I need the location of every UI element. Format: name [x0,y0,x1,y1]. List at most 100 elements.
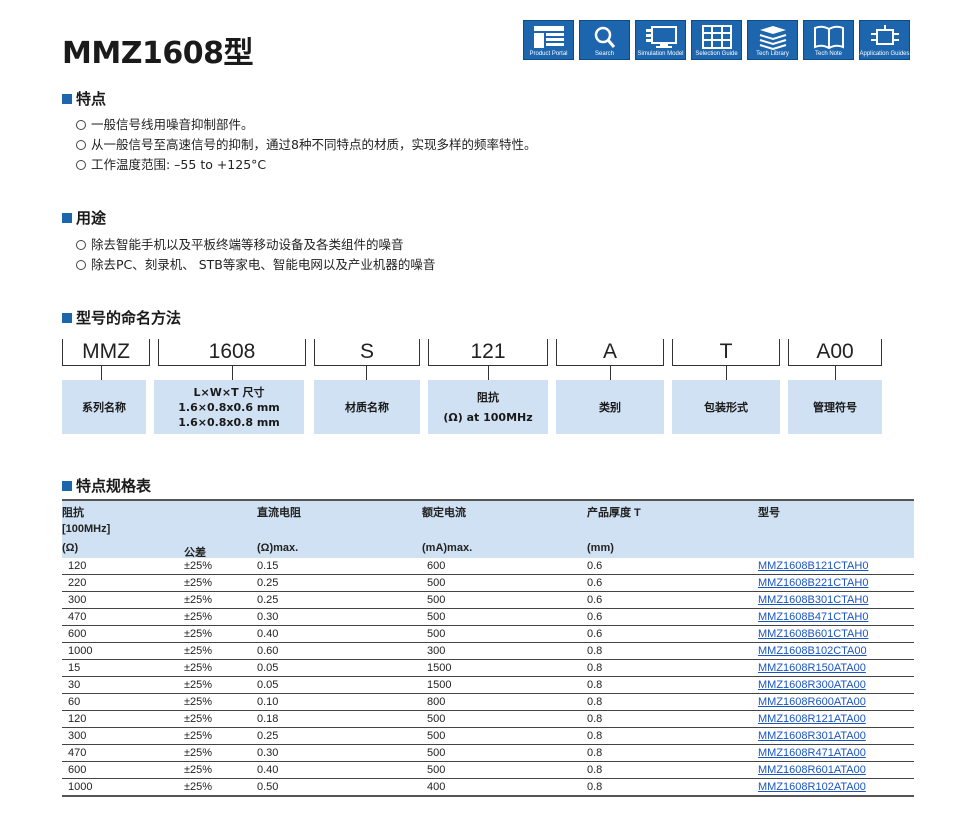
use-item: 除去智能手机以及平板终端等移动设备及各类组件的噪音 [76,235,435,255]
circle-bullet-icon [76,240,86,250]
header-text: [100MHz] [62,523,111,535]
part-number-link[interactable]: MMZ1608B102CTA00 [758,645,867,657]
nav-label: Selection Guide [695,51,738,57]
cell-tolerance: ±25% [154,558,257,575]
cell-dc-resistance: 0.25 [257,727,422,745]
cell-thickness: 0.6 [587,608,758,626]
part-number-link[interactable]: MMZ1608B221CTAH0 [758,577,868,589]
cell-dc-resistance: 0.05 [257,676,422,694]
cell-thickness: 0.8 [587,727,758,745]
connector-line [232,366,233,380]
cell-part-number: MMZ1608R150ATA00 [758,659,914,677]
cell-tolerance: ±25% [154,574,257,592]
code-size: 1608 [158,339,306,366]
cell-thickness: 0.8 [587,642,758,660]
nav-toolbar: Product Portal Search Simulation Model S… [523,20,910,60]
circle-bullet-icon [76,120,86,130]
cell-part-number: MMZ1608R301ATA00 [758,727,914,745]
code-category: A [556,339,664,366]
cell-tolerance: ±25% [154,761,257,779]
part-number-link[interactable]: MMZ1608R301ATA00 [758,730,866,742]
cell-rated-current: 500 [422,625,587,643]
cell-tolerance: ±25% [154,744,257,762]
label-packaging: 包装形式 [672,380,780,434]
header-text: (Ω) [62,542,79,554]
label-text: 1.6×0.8x0.8 mm [178,415,280,429]
header-text: (mA)max. [422,542,473,554]
header-text: (mm) [587,542,614,554]
table-row: 60 ±25% 0.10 800 0.8 MMZ1608R600ATA00 [62,693,914,711]
part-number-link[interactable]: MMZ1608R600ATA00 [758,696,866,708]
tech-library-icon [759,26,786,50]
part-number-link[interactable]: MMZ1608B601CTAH0 [758,628,868,640]
part-number-link[interactable]: MMZ1608B301CTAH0 [758,594,868,606]
part-number-link[interactable]: MMZ1608R121ATA00 [758,713,866,725]
col-tolerance: 公差 [154,499,257,559]
connector-line [610,366,611,380]
cell-dc-resistance: 0.10 [257,693,422,711]
nav-label: Simulation Model [637,51,684,57]
cell-thickness: 0.6 [587,625,758,643]
tech-library-button[interactable]: Tech Library [747,20,798,60]
spec-heading: 特点规格表 [62,475,151,496]
connector-line [101,366,102,380]
part-number-link[interactable]: MMZ1608R601ATA00 [758,764,866,776]
product-portal-button[interactable]: Product Portal [523,20,574,60]
cell-part-number: MMZ1608R300ATA00 [758,676,914,694]
circle-bullet-icon [76,140,86,150]
cell-part-number: MMZ1608R601ATA00 [758,761,914,779]
cell-thickness: 0.6 [587,591,758,609]
cell-thickness: 0.8 [587,659,758,677]
cell-impedance: 600 [62,761,154,779]
tech-note-icon [813,25,844,50]
header-text: 公差 [184,547,206,559]
cell-impedance: 30 [62,676,154,694]
table-row: 470 ±25% 0.30 500 0.6 MMZ1608B471CTAH0 [62,608,914,626]
uses-list: 除去智能手机以及平板终端等移动设备及各类组件的噪音 除去PC、刻录机、 STB等… [76,235,435,275]
selection-guide-button[interactable]: Selection Guide [691,20,742,60]
header-text: (Ω)max. [257,542,299,554]
cell-dc-resistance: 0.50 [257,778,422,797]
cell-dc-resistance: 0.30 [257,744,422,762]
circle-bullet-icon [76,260,86,270]
application-guides-button[interactable]: Application Guides [859,20,910,60]
cell-tolerance: ±25% [154,778,257,797]
spec-heading-text: 特点规格表 [76,477,152,495]
label-text: 1.6×0.8x0.6 mm [178,400,280,414]
simulation-model-icon [645,26,677,48]
code-material: S [314,339,420,366]
label-text: 类别 [599,400,621,414]
uses-heading: 用途 [62,207,106,228]
cell-dc-resistance: 0.25 [257,591,422,609]
feature-text: 工作温度范围: –55 to +125°C [91,157,267,172]
spec-table: 阻抗 [100MHz] (Ω) 公差 直流电阻 (Ω)max. 额定电流 (mA… [62,499,914,797]
col-thickness: 产品厚度 T (mm) [587,499,758,558]
part-number-link[interactable]: MMZ1608B471CTAH0 [758,611,868,623]
connector-line [835,366,836,380]
table-row: 600 ±25% 0.40 500 0.6 MMZ1608B601CTAH0 [62,625,914,643]
part-number-link[interactable]: MMZ1608R471ATA00 [758,747,866,759]
search-button[interactable]: Search [579,20,630,60]
cell-dc-resistance: 0.30 [257,608,422,626]
cell-part-number: MMZ1608B102CTA00 [758,642,914,660]
naming-heading: 型号的命名方法 [62,307,181,328]
cell-thickness: 0.8 [587,778,758,797]
selection-guide-icon [701,25,732,49]
cell-impedance: 1000 [62,642,154,660]
cell-thickness: 0.8 [587,744,758,762]
header-text: 直流电阻 [257,507,301,519]
part-number-link[interactable]: MMZ1608R300ATA00 [758,679,866,691]
part-number-link[interactable]: MMZ1608R102ATA00 [758,781,866,793]
cell-impedance: 470 [62,608,154,626]
part-number-link[interactable]: MMZ1608R150ATA00 [758,662,866,674]
cell-tolerance: ±25% [154,659,257,677]
cell-part-number: MMZ1608B471CTAH0 [758,608,914,626]
simulation-model-button[interactable]: Simulation Model [635,20,686,60]
cell-impedance: 60 [62,693,154,711]
part-number-link[interactable]: MMZ1608B121CTAH0 [758,560,868,572]
tech-note-button[interactable]: Tech Note [803,20,854,60]
code-series: MMZ [62,339,150,366]
header-text: 阻抗 [62,507,84,519]
cell-part-number: MMZ1608R471ATA00 [758,744,914,762]
feature-item: 一般信号线用噪音抑制部件。 [76,115,536,135]
